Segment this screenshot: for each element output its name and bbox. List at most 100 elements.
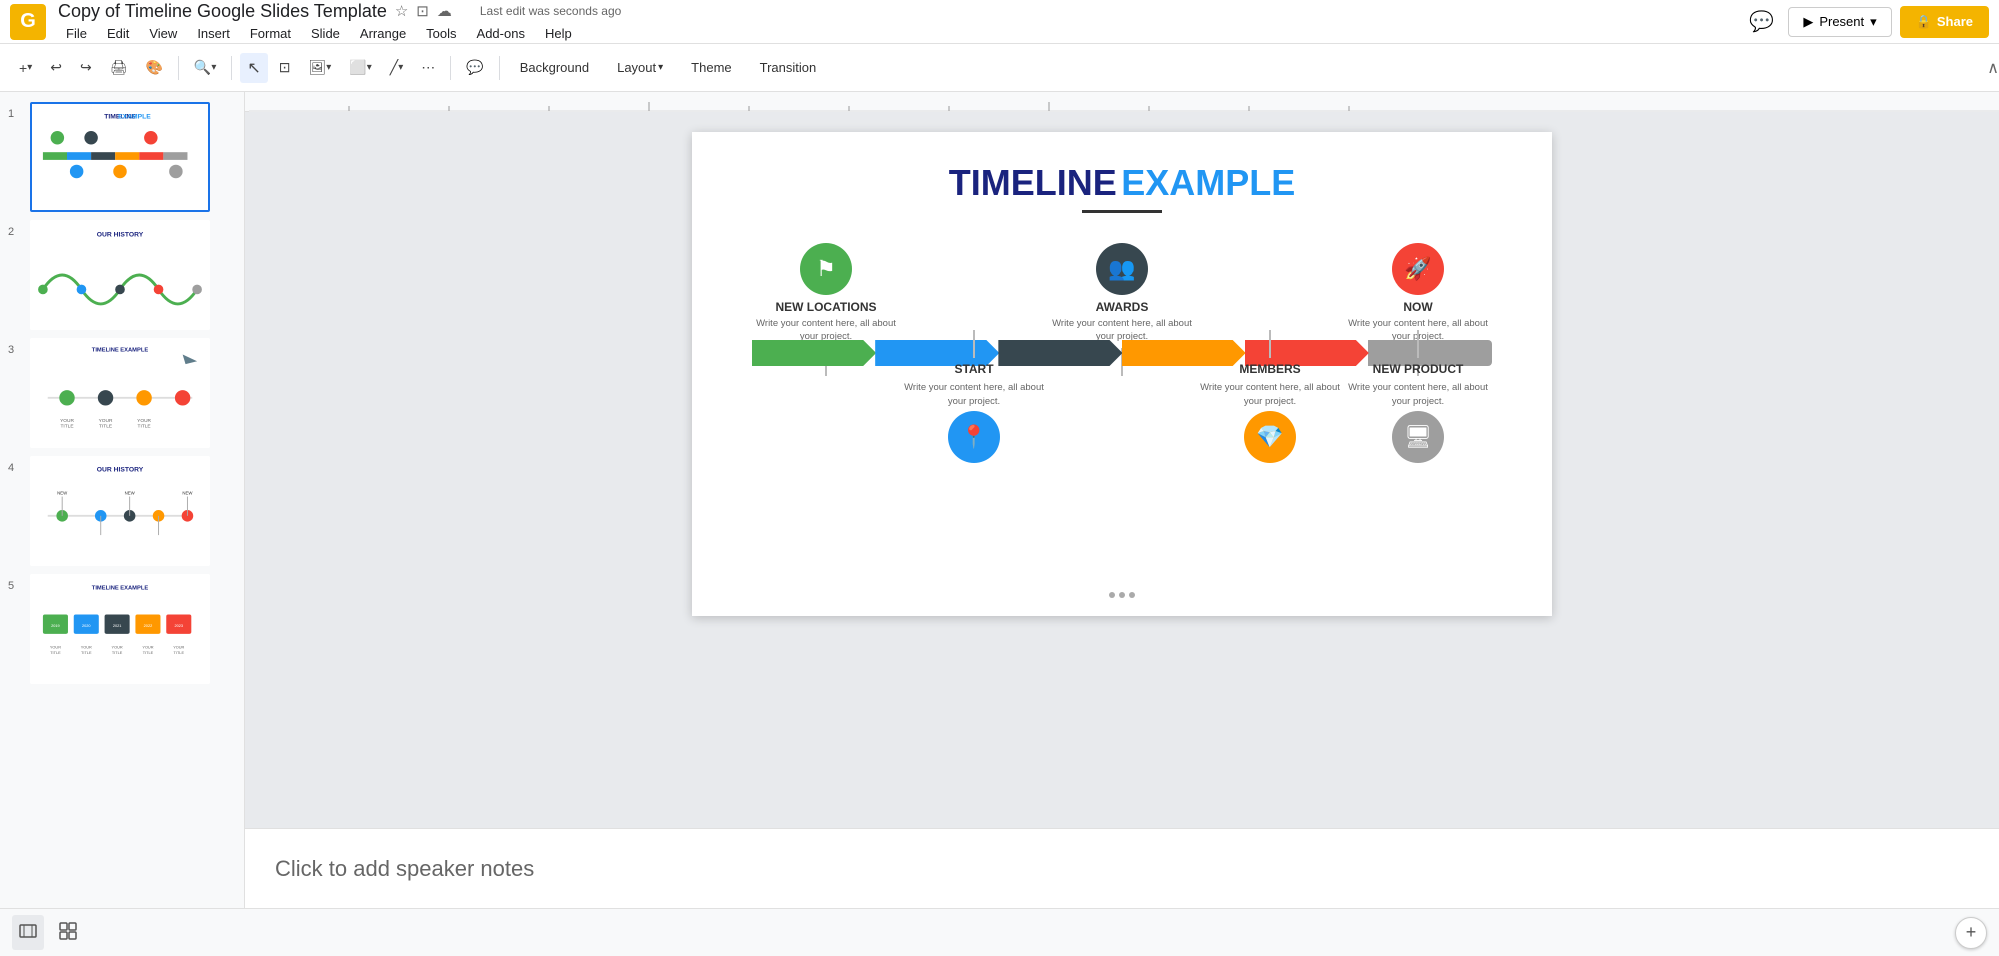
title-black: TIMELINE [949,162,1117,203]
menu-tools[interactable]: Tools [418,24,464,43]
background-button[interactable]: Background [508,54,601,81]
slide-dot-3[interactable] [1129,592,1135,598]
star-icon[interactable]: ☆ [395,2,408,20]
print-button[interactable]: 🖨 [103,54,135,81]
svg-text:2022: 2022 [144,624,153,628]
new-locations-title: NEW LOCATIONS [775,300,876,314]
now-circle: 🚀 [1392,243,1444,295]
share-button[interactable]: 🔒 Share [1900,6,1989,38]
svg-text:TITLE: TITLE [99,424,112,430]
slide-thumb-1[interactable]: TIMELINE EXAMPLE [30,102,210,212]
doc-title-area: Copy of Timeline Google Slides Template … [58,1,1731,43]
redo-button[interactable]: ↪ [73,54,99,81]
doc-title[interactable]: Copy of Timeline Google Slides Template [58,1,387,22]
svg-text:OUR HISTORY: OUR HISTORY [97,231,144,238]
members-connector [1269,330,1271,358]
frame-icon: ⊡ [279,59,291,76]
grid-icon [58,929,78,944]
paint-format-button[interactable]: 🎨 [138,54,169,81]
menu-view[interactable]: View [141,24,185,43]
slide-item-2[interactable]: 2 OUR HISTORY [8,220,236,330]
new-product-connector [1417,330,1419,358]
slide-item-1[interactable]: 1 TIMELINE EXAMPLE [8,102,236,212]
slide-item-5[interactable]: 5 TIMELINE EXAMPLE 2019 2020 2021 2022 2… [8,574,236,684]
slide-item-4[interactable]: 4 OUR HISTORY NEW [8,456,236,566]
menu-edit[interactable]: Edit [99,24,137,43]
comments-button[interactable]: 💬 [1743,3,1780,40]
slide-dot-2[interactable] [1119,592,1125,598]
toolbar: + ▾ ↩ ↪ 🖨 🎨 🔍 ▾ ↖ ⊡ 🖼 ▾ ⬜ ▾ ╱ ▾ ⋯ 💬 Back… [0,44,1999,92]
slide-number-3: 3 [8,338,22,356]
new-locations-circle: ⚑ [800,243,852,295]
more-tools-button[interactable]: ⋯ [414,54,442,81]
add-arrow: ▾ [27,62,32,73]
svg-text:YOUR: YOUR [50,645,61,649]
menu-arrange[interactable]: Arrange [352,24,414,43]
toolbar-divider-2 [231,56,232,80]
slide-dot-1[interactable] [1109,592,1115,598]
title-blue: EXAMPLE [1121,162,1295,203]
undo-button[interactable]: ↩ [43,54,69,81]
present-button[interactable]: ▶ Present ▾ [1788,7,1891,37]
line-tool-button[interactable]: ╱ ▾ [383,54,410,81]
shapes-icon: ⬜ [349,59,366,76]
zoom-in-button[interactable]: + [1955,917,1987,949]
select-tool-button[interactable]: ↖ [240,53,267,83]
menu-file[interactable]: File [58,24,95,43]
start-title: START [954,362,993,376]
cloud-icon[interactable]: ☁ [437,2,452,20]
transition-button[interactable]: Transition [748,54,829,81]
slide-canvas[interactable]: TIMELINE EXAMPLE ⚑ NEW LOCATIONS Write y… [692,132,1552,616]
svg-text:2020: 2020 [82,624,91,628]
zoom-arrow: ▾ [211,62,216,73]
svg-text:NEW: NEW [182,491,193,496]
add-button[interactable]: + ▾ [12,55,39,81]
members-desc: Write your content here, all about your … [1196,381,1344,408]
svg-text:YOUR: YOUR [142,645,153,649]
add-comment-button[interactable]: 💬 [459,54,490,81]
title-underline [1082,210,1162,213]
slide-item-3[interactable]: 3 TIMELINE EXAMPLE YOUR TITLE YOUR [8,338,236,448]
svg-text:EXAMPLE: EXAMPLE [118,113,151,120]
image-tool-button[interactable]: 🖼 ▾ [302,54,339,81]
canvas-area: TIMELINE EXAMPLE ⚑ NEW LOCATIONS Write y… [245,92,1999,908]
svg-text:TITLE: TITLE [81,651,92,655]
menu-slide[interactable]: Slide [303,24,348,43]
svg-text:TITLE: TITLE [112,651,123,655]
grid-view-button[interactable] [52,915,84,950]
speaker-notes-text: Click to add speaker notes [275,856,534,882]
svg-text:YOUR: YOUR [60,418,74,424]
zoom-button[interactable]: 🔍 ▾ [187,54,223,81]
menu-format[interactable]: Format [242,24,299,43]
logo-char: G [20,10,36,33]
svg-text:YOUR: YOUR [112,645,123,649]
menu-insert[interactable]: Insert [189,24,238,43]
shapes-tool-button[interactable]: ⬜ ▾ [342,54,378,81]
filmstrip-view-button[interactable] [12,915,44,950]
more-icon: ⋯ [421,59,435,76]
cursor-icon: ↖ [247,58,260,78]
slide-thumb-2[interactable]: OUR HISTORY [30,220,210,330]
add-icon: + [19,60,27,76]
new-product-desc: Write your content here, all about your … [1344,381,1492,408]
new-product-circle: 🖥 [1392,411,1444,463]
svg-text:2021: 2021 [113,624,122,628]
svg-text:TIMELINE EXAMPLE: TIMELINE EXAMPLE [92,348,149,354]
svg-text:TITLE: TITLE [143,651,154,655]
slide-navigation-dots [1103,586,1141,604]
line-arrow: ▾ [398,62,403,73]
svg-text:2023: 2023 [175,624,184,628]
slide-thumb-4[interactable]: OUR HISTORY NEW NEW NEW [30,456,210,566]
slide-thumb-3[interactable]: TIMELINE EXAMPLE YOUR TITLE YOUR TITLE Y… [30,338,210,448]
layout-button[interactable]: Layout ▾ [605,54,675,81]
collapse-toolbar-button[interactable]: ∧ [1987,58,1999,78]
menu-addons[interactable]: Add-ons [469,24,533,43]
speaker-notes[interactable]: Click to add speaker notes [245,828,1999,908]
start-connector [973,330,975,358]
menu-help[interactable]: Help [537,24,580,43]
theme-button[interactable]: Theme [679,54,743,81]
folder-icon[interactable]: ⊡ [416,2,429,20]
layout-label: Layout [617,60,656,75]
frame-tool-button[interactable]: ⊡ [272,54,298,81]
slide-thumb-5[interactable]: TIMELINE EXAMPLE 2019 2020 2021 2022 202… [30,574,210,684]
